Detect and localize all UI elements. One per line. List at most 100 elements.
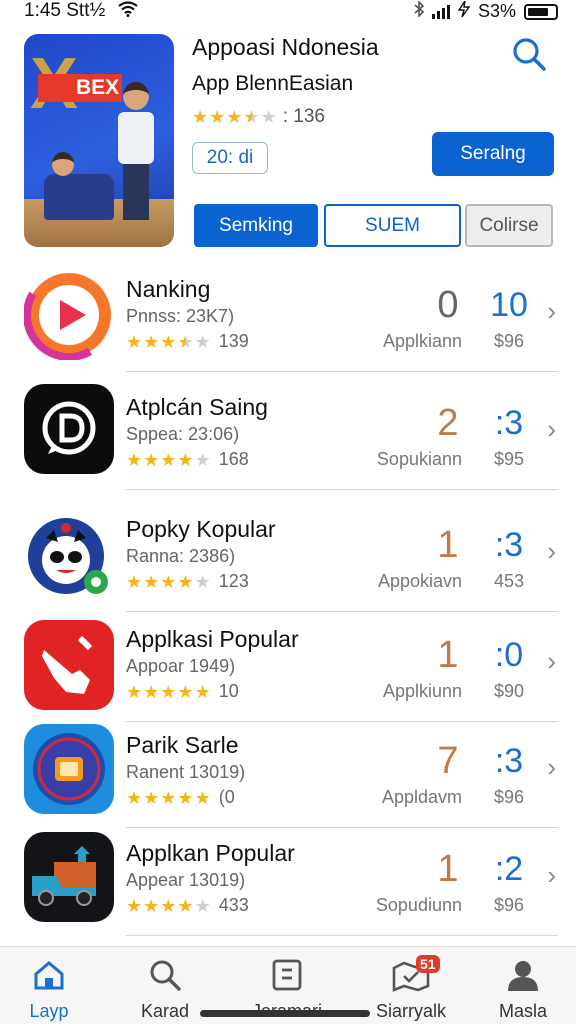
star-icon: ★ (126, 681, 143, 702)
hero-logo-text: BEX (38, 74, 122, 102)
list-item[interactable]: Nanking Pnnss: 23K7) ★ ★ ★ ★ ★ 139 0 Applkia… (0, 262, 576, 372)
app-price: $95 (493, 449, 525, 469)
list-item[interactable]: Applkasi Popular Appoar 1949) ★ ★ ★ ★ ★ 10 1… (0, 612, 576, 722)
panda-app-icon (24, 512, 114, 602)
app-rating: ★ ★ ★ ★ ★ 10 (126, 681, 239, 702)
truck-app-icon (24, 832, 114, 922)
tab-label: Masla (498, 1001, 547, 1021)
notification-badge: 51 (416, 955, 440, 973)
signal-icon (431, 4, 450, 19)
battery-percent: S3% (477, 1, 516, 21)
review-count: 168 (218, 449, 249, 469)
star-icon: ★ (209, 107, 226, 127)
score-value: :3 (494, 742, 524, 780)
star-icon: ★ (177, 681, 194, 702)
star-icon: ★ (260, 107, 277, 127)
featured-hero-image[interactable]: X BEX (24, 34, 174, 247)
book-icon (232, 955, 342, 995)
app-rating: ★ ★ ★ ★ ★ 168 (126, 449, 249, 470)
score-value: :3 (494, 526, 524, 564)
star-icon: ★ (160, 331, 177, 352)
tab-profile[interactable]: Masla (468, 955, 576, 1022)
star-icon: ★ (194, 331, 211, 352)
rating-stars: ★ ★ ★ ★ ★ (126, 573, 211, 591)
app-rating: ★ ★ ★ ★ ★ 139 (126, 331, 249, 352)
star-icon: ★ (177, 787, 194, 808)
review-count: (0 (218, 787, 235, 807)
profile-icon (468, 955, 576, 995)
search-icon (513, 38, 546, 71)
rank-label: Appldavm (381, 787, 462, 807)
star-icon: ★ (226, 107, 243, 127)
rating-stars: ★ ★ ★ ★ ★ (126, 789, 211, 807)
segment-button-2[interactable]: SUEM (324, 204, 461, 247)
featured-rating-count: : 136 (282, 106, 325, 127)
app-price: 453 (493, 571, 525, 591)
chevron-right-icon[interactable]: › (547, 414, 556, 445)
review-count: 10 (218, 681, 239, 701)
app-meta: Appoar 1949) (126, 656, 236, 676)
star-icon: ★ (194, 895, 211, 916)
featured-chip[interactable]: 20: di (192, 142, 268, 174)
star-icon: ★ (143, 681, 160, 702)
hero-chair (44, 174, 114, 220)
list-item[interactable]: Applkan Popular Appear 13019) ★ ★ ★ ★ ★ 433 … (0, 826, 576, 936)
tab-home[interactable]: Layp (0, 955, 104, 1022)
score-value: :3 (494, 404, 524, 442)
rating-stars: ★ ★ ★ ★ ★ (126, 897, 211, 915)
app-name: Popky Kopular (126, 516, 276, 542)
star-icon: ★ (194, 449, 211, 470)
chevron-right-icon[interactable]: › (547, 752, 556, 783)
tab-map[interactable]: 51 Siarryalk (356, 955, 466, 1022)
hero-child (52, 152, 74, 176)
app-price: $96 (493, 331, 525, 351)
segment-button-3[interactable]: Colirse (465, 204, 553, 247)
chevron-right-icon[interactable]: › (547, 536, 556, 567)
star-icon: ★ (126, 787, 143, 808)
search-button[interactable] (510, 36, 550, 76)
star-icon: ★ (143, 787, 160, 808)
app-rating: ★ ★ ★ ★ ★ 123 (126, 571, 249, 592)
star-icon: ★ (143, 331, 160, 352)
chevron-right-icon[interactable]: › (547, 296, 556, 327)
star-icon: ★ (177, 571, 194, 592)
search-icon (110, 955, 220, 995)
segment-button-1[interactable]: Semking (194, 204, 318, 247)
review-count: 123 (218, 571, 249, 591)
list-item[interactable]: Parik Sarle Ranent 13019) ★ ★ ★ ★ ★ (0 7 App… (0, 718, 576, 828)
list-item[interactable]: Atplcán Saing Sppea: 23:06) ★ ★ ★ ★ ★ 168 2 … (0, 380, 576, 490)
app-meta: Ranna: 2386) (126, 546, 236, 566)
star-icon: ★ (126, 449, 143, 470)
play-app-icon (24, 270, 114, 360)
star-icon: ★ (143, 571, 160, 592)
rank-value: 7 (437, 740, 459, 782)
review-count: 433 (218, 895, 249, 915)
score-value: :0 (494, 636, 524, 674)
rank-value: 0 (437, 284, 459, 326)
status-right: S3% (414, 0, 558, 22)
chevron-right-icon[interactable]: › (547, 860, 556, 891)
star-icon: ★ (194, 681, 211, 702)
star-icon: ★ (177, 449, 194, 470)
rank-label: Applkiann (382, 331, 462, 351)
chevron-right-icon[interactable]: › (547, 646, 556, 677)
star-icon: ★ (160, 571, 177, 592)
featured-primary-button[interactable]: Seralng (432, 132, 554, 176)
rank-value: 2 (437, 402, 459, 444)
star-icon: ★ (177, 895, 194, 916)
app-meta: Sppea: 23:06) (126, 424, 240, 444)
rank-label: Applkiunn (382, 681, 462, 701)
app-rating: ★ ★ ★ ★ ★ (0 (126, 787, 235, 808)
app-name: Nanking (126, 276, 211, 302)
list-item[interactable]: Popky Kopular Ranna: 2386) ★ ★ ★ ★ ★ 123 1 A… (0, 502, 576, 612)
rank-value: 1 (437, 524, 459, 566)
star-icon: ★ (194, 787, 211, 808)
app-rating: ★ ★ ★ ★ ★ 433 (126, 895, 249, 916)
featured-app: X BEX Appoasi Ndonesia App BlennEasian ★… (24, 34, 554, 249)
star-icon: ★ (126, 895, 143, 916)
chat-app-icon (24, 384, 114, 474)
rank-label: Sopukiann (376, 449, 462, 469)
bluetooth-icon (414, 0, 425, 22)
app-price: $90 (493, 681, 525, 701)
star-icon: ★ (243, 107, 260, 127)
